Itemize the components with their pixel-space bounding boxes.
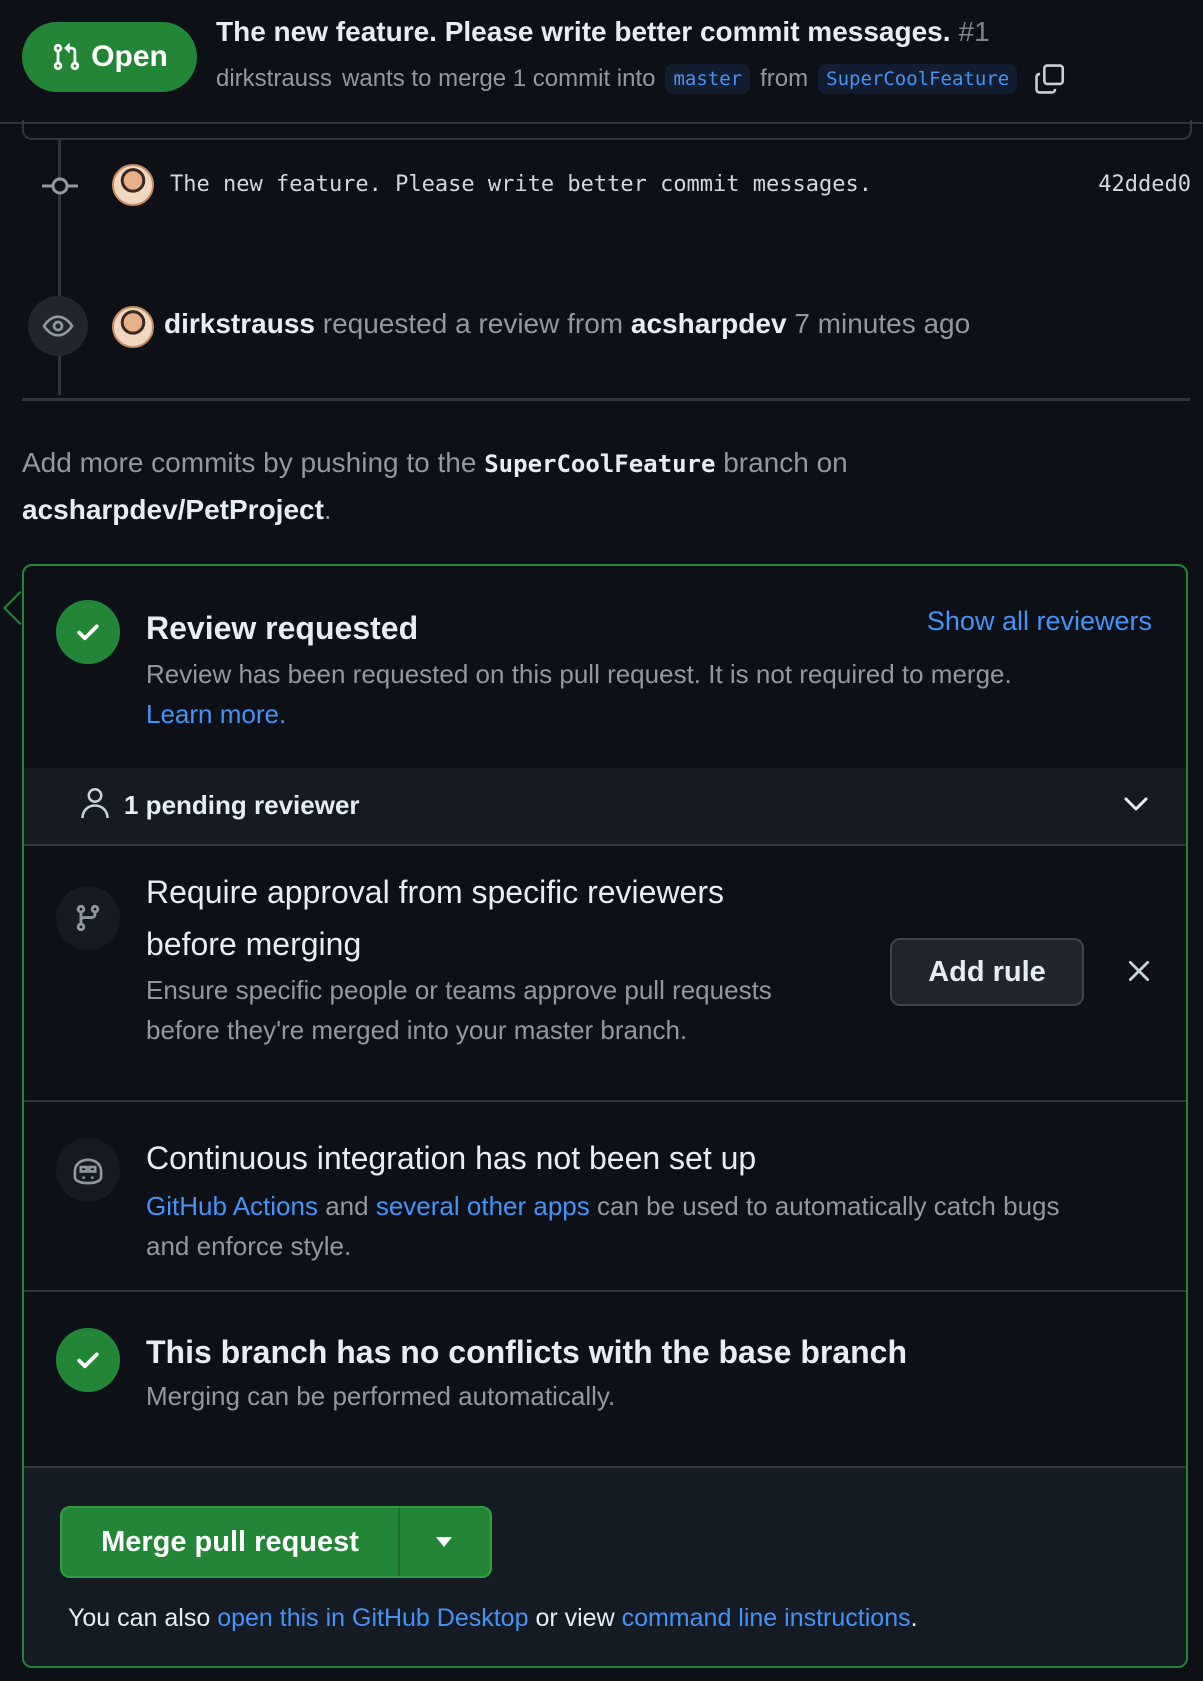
- show-all-reviewers-link[interactable]: Show all reviewers: [927, 606, 1152, 637]
- copilot-icon-badge: [56, 1138, 120, 1202]
- check-icon: [77, 1352, 99, 1369]
- pr-title: The new feature. Please write better com…: [216, 16, 990, 48]
- ci-desc-line2: and enforce style.: [146, 1231, 352, 1261]
- card-bottom-edge: [22, 120, 1192, 140]
- triangle-down-icon: [436, 1537, 452, 1547]
- pr-state-label: Open: [91, 40, 168, 73]
- review-requested-section: Review requested Show all reviewers Revi…: [24, 566, 1186, 768]
- check-icon-badge: [56, 600, 120, 664]
- github-actions-link[interactable]: GitHub Actions: [146, 1191, 318, 1221]
- event-action: requested a review from: [322, 308, 624, 339]
- review-requested-description: Review has been requested on this pull r…: [146, 654, 1012, 734]
- merge-footer: Merge pull request You can also open thi…: [24, 1468, 1186, 1666]
- pr-state-badge: Open: [22, 22, 197, 92]
- ci-desc-line1: can be used to automatically catch bugs: [596, 1191, 1060, 1221]
- event-time[interactable]: 7 minutes ago: [794, 308, 970, 339]
- avatar[interactable]: [112, 164, 154, 206]
- add-commits-prefix: Add more commits by pushing to the: [22, 447, 477, 478]
- merge-box: Review requested Show all reviewers Revi…: [22, 564, 1188, 1668]
- branch-icon-badge: [56, 886, 120, 950]
- pending-reviewers-toggle[interactable]: 1 pending reviewer: [24, 768, 1186, 846]
- add-commits-hint: Add more commits by pushing to the Super…: [22, 440, 1122, 533]
- review-requested-title: Review requested: [146, 610, 419, 646]
- merge-button-group: Merge pull request: [60, 1506, 492, 1578]
- merge-method-dropdown[interactable]: [398, 1508, 490, 1576]
- event-reviewer-link[interactable]: acsharpdev: [631, 308, 787, 339]
- no-conflicts-section: This branch has no conflicts with the ba…: [24, 1292, 1186, 1468]
- add-commits-middle: branch on: [723, 447, 848, 478]
- no-conflicts-title: This branch has no conflicts with the ba…: [146, 1334, 908, 1370]
- command-line-link[interactable]: command line instructions: [622, 1604, 911, 1632]
- commit-item: The new feature. Please write better com…: [36, 160, 1191, 210]
- copy-icon[interactable]: [1033, 62, 1067, 96]
- ci-section: Continuous integration has not been set …: [24, 1102, 1186, 1292]
- head-branch-chip[interactable]: SuperCoolFeature: [818, 64, 1018, 94]
- pr-header: Open The new feature. Please write bette…: [0, 0, 1203, 124]
- ci-description: GitHub Actions and several other apps ca…: [146, 1186, 1060, 1266]
- merge-note: You can also open this in GitHub Desktop…: [68, 1604, 918, 1633]
- base-branch-chip[interactable]: master: [665, 64, 751, 94]
- pending-reviewer-label: 1 pending reviewer: [124, 790, 360, 820]
- pr-title-text: The new feature. Please write better com…: [216, 16, 951, 47]
- chevron-down-icon[interactable]: [1122, 794, 1150, 814]
- merge-pull-request-button[interactable]: Merge pull request: [62, 1508, 400, 1576]
- add-commits-repo[interactable]: acsharpdev/PetProject: [22, 494, 324, 525]
- add-commits-suffix: .: [323, 494, 332, 525]
- pr-number: #1: [958, 16, 990, 47]
- github-desktop-link[interactable]: open this in GitHub Desktop: [217, 1604, 528, 1632]
- git-pull-request-icon: [53, 43, 80, 71]
- event-actor-link[interactable]: dirkstrauss: [164, 308, 315, 339]
- avatar[interactable]: [112, 306, 154, 348]
- review-description-text: Review has been requested on this pull r…: [146, 659, 1012, 689]
- timeline-divider: [22, 398, 1190, 401]
- require-approval-desc-line2: before they're merged into your master b…: [146, 1015, 688, 1045]
- commit-message-link[interactable]: The new feature. Please write better com…: [170, 172, 872, 197]
- require-approval-section: Require approval from specific reviewers…: [24, 846, 1186, 1102]
- branch-icon: [76, 904, 100, 932]
- no-conflicts-description: Merging can be performed automatically.: [146, 1381, 616, 1411]
- commit-sha-link[interactable]: 42dded0: [1098, 172, 1191, 197]
- add-commits-branch: SuperCoolFeature: [484, 450, 716, 478]
- require-approval-title-line1: Require approval from specific reviewers: [146, 874, 724, 910]
- require-approval-description: Ensure specific people or teams approve …: [146, 970, 772, 1050]
- person-icon: [81, 788, 109, 819]
- check-icon: [77, 624, 99, 641]
- require-approval-title-line2: before merging: [146, 926, 362, 962]
- commit-icon: [42, 177, 78, 195]
- ci-and: and: [325, 1191, 369, 1221]
- merge-note-prefix: You can also: [68, 1604, 211, 1632]
- merge-summary-text: wants to merge 1 commit into: [342, 65, 656, 92]
- ci-title: Continuous integration has not been set …: [146, 1140, 757, 1176]
- require-approval-title: Require approval from specific reviewers…: [146, 866, 724, 970]
- pr-merge-summary: dirkstrauss wants to merge 1 commit into…: [216, 62, 1067, 96]
- merge-note-suffix: .: [910, 1604, 918, 1632]
- merge-note-or-view: or view: [535, 1604, 615, 1632]
- review-request-event: dirkstrauss requested a review from acsh…: [28, 296, 1128, 356]
- other-apps-link[interactable]: several other apps: [376, 1191, 590, 1221]
- check-icon-badge: [56, 1328, 120, 1392]
- from-text: from: [760, 65, 809, 92]
- add-rule-button[interactable]: Add rule: [890, 938, 1084, 1006]
- require-approval-desc-line1: Ensure specific people or teams approve …: [146, 975, 772, 1005]
- review-event-text: dirkstrauss requested a review from acsh…: [164, 308, 970, 340]
- close-icon[interactable]: [1126, 958, 1152, 984]
- pr-author-link[interactable]: dirkstrauss: [216, 65, 332, 93]
- eye-icon: [42, 315, 74, 337]
- copilot-icon: [73, 1158, 103, 1185]
- eye-icon-badge: [28, 296, 88, 356]
- learn-more-link[interactable]: Learn more.: [146, 699, 286, 729]
